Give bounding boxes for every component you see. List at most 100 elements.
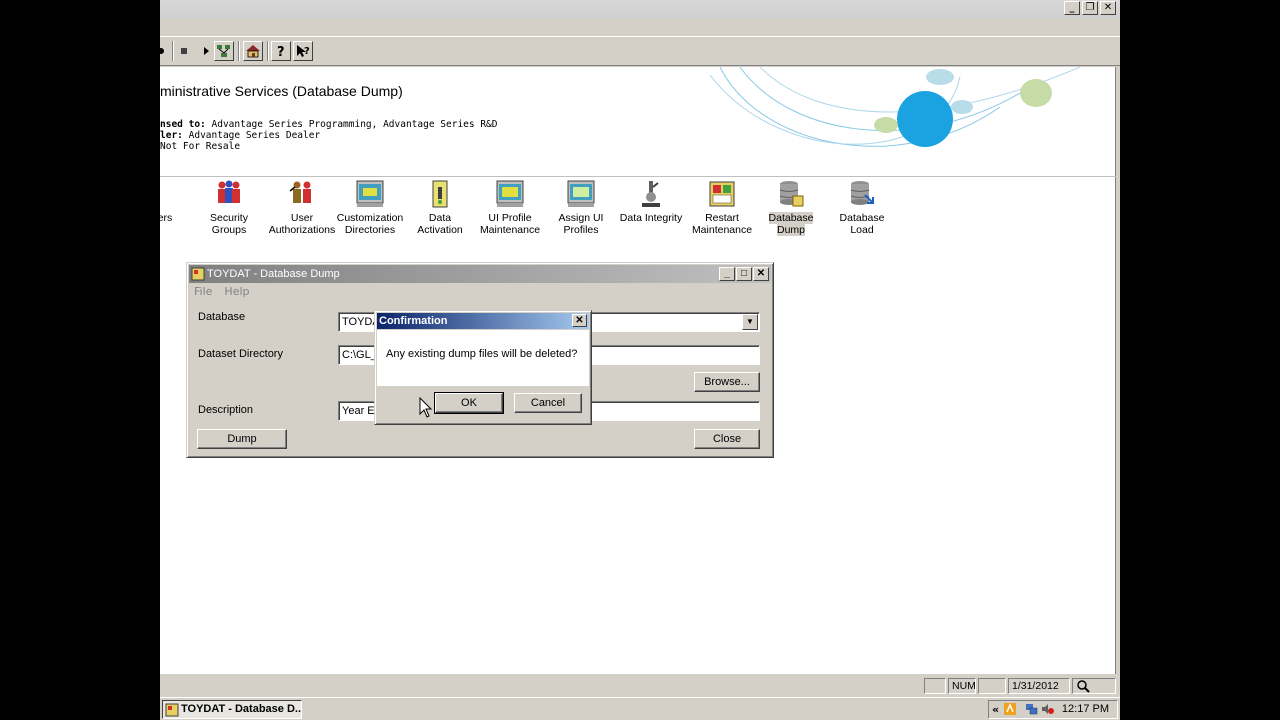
launcher-label-line2: Maintenance [479,224,541,236]
launcher-label: Data Integrity [619,212,683,224]
toolbar: ? ? [160,36,1120,66]
dataset-directory-label: Dataset Directory [198,348,283,360]
browse-button[interactable]: Browse... [694,372,760,392]
launcher-label-line2: Maintenance [691,224,753,236]
app-task-icon [165,703,179,717]
launcher-customization-directories[interactable]: Customization Directories [336,179,404,236]
launcher-label-line2: Activation [417,224,463,236]
database-dump-menubar: File Help [191,284,250,300]
taskbar-task-label: TOYDAT - Database D... [181,703,302,715]
user-authorizations-icon [289,181,311,203]
dealer-label: ler: [160,130,183,141]
launcher-label: Database [839,212,885,224]
app-window-icon [191,267,205,281]
database-load-icon [850,181,874,205]
launcher-assign-ui-profiles[interactable]: Assign UI Profiles [552,179,610,236]
confirmation-title-bar[interactable]: Confirmation ✕ [377,313,589,329]
launcher-database-dump[interactable]: Database Dump [766,179,816,236]
ok-button[interactable]: OK [434,392,504,414]
users-icon [160,179,176,209]
restore-button[interactable]: ❐ [1082,1,1098,15]
taskbar: TOYDAT - Database D... « 12:17 PM [160,697,1120,720]
assign-ui-profiles-icon [567,180,595,207]
status-panel-empty [978,678,1006,694]
launcher-label-line2: Authorizations [268,224,336,236]
launcher-restart-maintenance[interactable]: Restart Maintenance [690,179,754,236]
database-dump-title-bar[interactable]: TOYDAT - Database Dump _ □ ✕ [189,265,771,283]
mouse-cursor-icon [419,397,433,418]
confirmation-body: Any existing dump files will be deleted? [377,330,589,386]
tray-expand-chevron[interactable]: « [992,701,999,718]
confirmation-close-button[interactable]: ✕ [572,314,587,327]
launcher-label: Database [768,212,814,224]
launcher-users[interactable]: ers [160,179,180,224]
network-icon[interactable] [1025,702,1039,716]
menu-file[interactable]: File [194,284,212,300]
customization-directories-icon [356,180,384,207]
page-title: ministrative Services (Database Dump) [160,83,403,99]
main-content: ministrative Services (Database Dump) ns… [160,67,1116,674]
toolbar-separator [267,41,269,61]
launcher-data-integrity[interactable]: Data Integrity [616,179,686,224]
confirmation-dialog: Confirmation ✕ Any existing dump files w… [374,310,592,425]
data-integrity-icon [642,181,660,207]
launcher-security-groups[interactable]: Security Groups [200,179,258,236]
menu-help[interactable]: Help [224,284,249,300]
tray-clock[interactable]: 12:17 PM [1062,701,1109,718]
launcher-database-load[interactable]: Database Load [836,179,888,236]
home-icon[interactable] [243,41,263,61]
dump-button[interactable]: Dump [197,429,287,449]
status-num: NUM [948,678,976,694]
database-dump-title: TOYDAT - Database Dump [207,268,340,280]
tree-icon[interactable] [214,41,234,61]
stop-icon[interactable] [174,41,194,61]
dump-minimize-button[interactable]: _ [719,267,735,281]
launcher-label: Customization [336,212,404,224]
dump-close-button[interactable]: ✕ [753,267,769,281]
close-button[interactable]: ✕ [1100,1,1116,15]
licensed-to-value: Advantage Series Programming, Advantage … [211,119,498,130]
launcher-label: User [290,212,314,224]
menu-strip [160,18,1120,36]
volume-muted-icon[interactable] [1041,702,1055,716]
launcher-label-line2: Directories [344,224,396,236]
system-tray: « 12:17 PM [988,700,1118,719]
resale-notice: Not For Resale [160,141,241,152]
help-icon[interactable]: ? [271,41,291,61]
minimize-button[interactable]: _ [1064,1,1080,15]
launcher-ui-profile-maintenance[interactable]: UI Profile Maintenance [478,179,542,236]
cancel-button[interactable]: Cancel [514,393,582,413]
header-band: ministrative Services (Database Dump) ns… [160,67,1116,177]
security-groups-icon [218,180,240,203]
status-search[interactable] [1072,678,1116,694]
chevron-down-icon[interactable]: ▼ [742,314,758,330]
database-dump-icon [779,181,804,207]
app-title-bar: _ ❐ ✕ [160,0,1120,18]
launcher-user-authorizations[interactable]: User Authorizations [264,179,340,236]
tray-app-icon[interactable] [1003,702,1017,716]
taskbar-task-button[interactable]: TOYDAT - Database D... [162,700,302,719]
decorative-swirl [709,67,1081,147]
launcher-label: UI Profile [488,212,532,224]
confirmation-message: Any existing dump files will be deleted? [386,348,578,360]
status-bar: NUM 1/31/2012 [160,676,1120,696]
data-activation-icon [432,180,448,208]
description-label: Description [198,404,254,416]
svg-text:?: ? [277,45,285,60]
launcher-data-activation[interactable]: Data Activation [414,179,466,236]
context-help-icon[interactable]: ? [293,41,313,61]
launcher-label: Assign UI [558,212,604,224]
close-window-button[interactable]: Close [694,429,760,449]
toolbar-separator [238,41,240,61]
dealer: ler: Advantage Series Dealer [160,130,320,141]
window-controls: _ ❐ ✕ [1064,1,1116,15]
database-dump-window-controls: _ □ ✕ [718,267,769,281]
ui-profile-maintenance-icon [496,180,524,207]
dump-maximize-button[interactable]: □ [736,267,752,281]
forward-icon[interactable] [196,41,216,61]
launcher-label-line2: Load [850,224,874,236]
database-label: Database [198,311,246,323]
screen-border-right [1120,0,1280,720]
launcher-label: Security [210,212,248,224]
launcher-label: ers [160,212,173,224]
